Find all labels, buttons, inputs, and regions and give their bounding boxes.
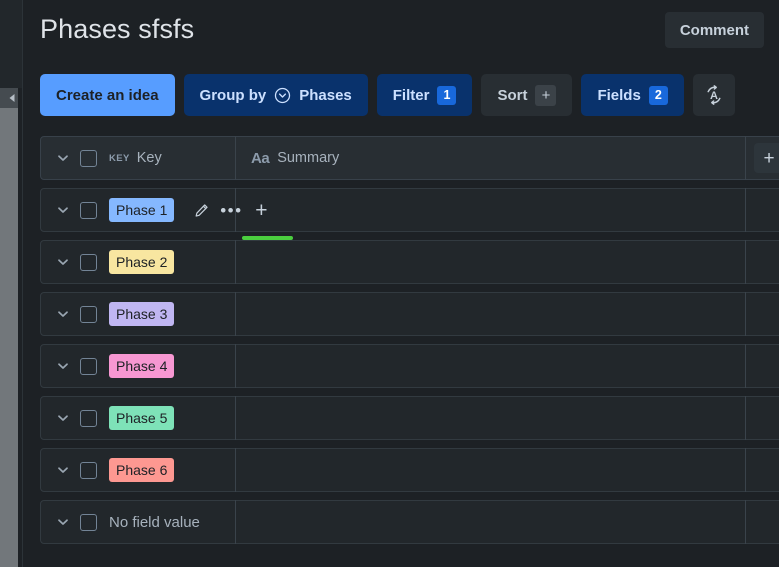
row-group-cell: Phase 1 ••• + bbox=[41, 189, 274, 231]
sort-button[interactable]: Sort + bbox=[481, 74, 573, 116]
left-rail-top bbox=[0, 0, 22, 88]
chevron-down-icon[interactable] bbox=[56, 203, 70, 217]
chevron-down-icon[interactable] bbox=[56, 151, 70, 165]
filter-count-badge: 1 bbox=[437, 85, 457, 105]
create-an-idea-label: Create an idea bbox=[56, 86, 159, 104]
collapse-arrow-icon bbox=[9, 94, 15, 102]
header-key-cell: KEY Key bbox=[41, 137, 235, 179]
row-group-cell: Phase 6 bbox=[41, 449, 175, 491]
row-group-cell: Phase 3 bbox=[41, 293, 175, 335]
chevron-down-circle-icon bbox=[274, 87, 291, 104]
fields-button[interactable]: Fields 2 bbox=[581, 74, 684, 116]
chevron-down-icon[interactable] bbox=[56, 411, 70, 425]
header-summary-cell: Aa Summary bbox=[235, 137, 743, 179]
group-by-value: Phases bbox=[299, 86, 352, 104]
chevron-down-icon[interactable] bbox=[56, 307, 70, 321]
row-checkbox[interactable] bbox=[80, 409, 97, 427]
toolbar: Create an idea Group by Phases Filter 1 … bbox=[40, 74, 735, 116]
table-row: Phase 4 bbox=[40, 344, 779, 388]
row-end-cell bbox=[743, 501, 779, 543]
page-content: Phases sfsfs Comment Create an idea Grou… bbox=[23, 0, 779, 567]
header-add-column-cell: + bbox=[743, 137, 779, 179]
sort-label: Sort bbox=[497, 86, 528, 104]
create-an-idea-button[interactable]: Create an idea bbox=[40, 74, 175, 116]
vertical-scrollbar-thumb[interactable] bbox=[0, 108, 18, 567]
group-chip[interactable]: Phase 5 bbox=[109, 406, 175, 430]
filter-label: Filter bbox=[392, 86, 430, 104]
row-checkbox[interactable] bbox=[80, 253, 97, 271]
left-rail bbox=[0, 0, 22, 567]
page-title: Phases sfsfs bbox=[40, 14, 195, 44]
more-options-button[interactable]: ••• bbox=[218, 197, 244, 223]
fields-count-badge: 2 bbox=[648, 85, 668, 105]
group-by-label: Group by bbox=[199, 86, 267, 104]
summary-column-icon: Aa bbox=[251, 149, 270, 167]
row-checkbox[interactable] bbox=[80, 513, 97, 531]
grouped-table: KEY Key Aa Summary + Phase 1 ••• + Phase 2P… bbox=[40, 136, 779, 552]
chevron-down-icon[interactable] bbox=[56, 463, 70, 477]
row-summary-cell bbox=[200, 501, 743, 543]
column-divider-1 bbox=[235, 188, 236, 232]
chevron-down-icon[interactable] bbox=[56, 515, 70, 529]
row-group-cell: Phase 5 bbox=[41, 397, 175, 439]
group-chip[interactable]: Phase 2 bbox=[109, 250, 175, 274]
row-summary-cell bbox=[174, 293, 743, 335]
table-row: Phase 2 bbox=[40, 240, 779, 284]
table-rows: Phase 1 ••• + Phase 2 Phase 3 Phase 4 Phase 5 P… bbox=[40, 188, 779, 544]
add-item-button[interactable]: + bbox=[248, 197, 274, 223]
row-summary-cell bbox=[174, 449, 743, 491]
sort-add-badge: + bbox=[535, 84, 557, 106]
row-end-cell bbox=[743, 397, 779, 439]
ellipsis-icon: ••• bbox=[220, 200, 243, 220]
group-by-button[interactable]: Group by Phases bbox=[183, 74, 368, 116]
group-chip[interactable]: Phase 3 bbox=[109, 302, 175, 326]
table-row: Phase 3 bbox=[40, 292, 779, 336]
comment-button[interactable]: Comment bbox=[664, 12, 764, 48]
key-column-icon: KEY bbox=[109, 152, 130, 164]
group-chip[interactable]: Phase 4 bbox=[109, 354, 175, 378]
row-end-cell bbox=[743, 189, 779, 231]
group-label: No field value bbox=[109, 513, 200, 531]
row-end-cell bbox=[743, 345, 779, 387]
pencil-icon bbox=[195, 203, 208, 217]
translate-icon: A bbox=[707, 85, 721, 105]
row-summary-cell bbox=[174, 345, 743, 387]
row-group-cell: Phase 2 bbox=[41, 241, 175, 283]
table-row: No field value bbox=[40, 500, 779, 544]
row-end-cell bbox=[743, 241, 779, 283]
row-summary-cell bbox=[174, 241, 743, 283]
add-column-button[interactable]: + bbox=[754, 143, 779, 173]
row-actions: ••• + bbox=[188, 197, 274, 223]
row-end-cell bbox=[743, 293, 779, 335]
summary-column-label: Summary bbox=[277, 150, 340, 166]
filter-button[interactable]: Filter 1 bbox=[376, 74, 473, 116]
title-row: Phases sfsfs Comment bbox=[40, 8, 764, 58]
fields-label: Fields bbox=[597, 86, 641, 104]
row-checkbox[interactable] bbox=[80, 201, 97, 219]
chevron-down-icon[interactable] bbox=[56, 255, 70, 269]
row-group-cell: No field value bbox=[41, 501, 200, 543]
chevron-down-icon[interactable] bbox=[56, 359, 70, 373]
sidebar-collapse-button[interactable] bbox=[0, 88, 18, 108]
translate-button[interactable]: A bbox=[692, 74, 735, 116]
row-end-cell bbox=[743, 449, 779, 491]
row-checkbox[interactable] bbox=[80, 305, 97, 323]
group-chip[interactable]: Phase 1 bbox=[109, 198, 175, 222]
plus-icon: + bbox=[255, 198, 268, 222]
row-checkbox[interactable] bbox=[80, 461, 97, 479]
table-header-row: KEY Key Aa Summary + bbox=[40, 136, 779, 180]
row-summary-cell bbox=[274, 189, 743, 231]
select-all-checkbox[interactable] bbox=[80, 149, 97, 167]
table-row: Phase 1 ••• + bbox=[40, 188, 779, 240]
table-row: Phase 5 bbox=[40, 396, 779, 440]
group-chip[interactable]: Phase 6 bbox=[109, 458, 175, 482]
row-group-cell: Phase 4 bbox=[41, 345, 175, 387]
row-summary-cell bbox=[174, 397, 743, 439]
table-row: Phase 6 bbox=[40, 448, 779, 492]
row-checkbox[interactable] bbox=[80, 357, 97, 375]
key-column-label: Key bbox=[136, 150, 162, 166]
edit-button[interactable] bbox=[188, 197, 214, 223]
